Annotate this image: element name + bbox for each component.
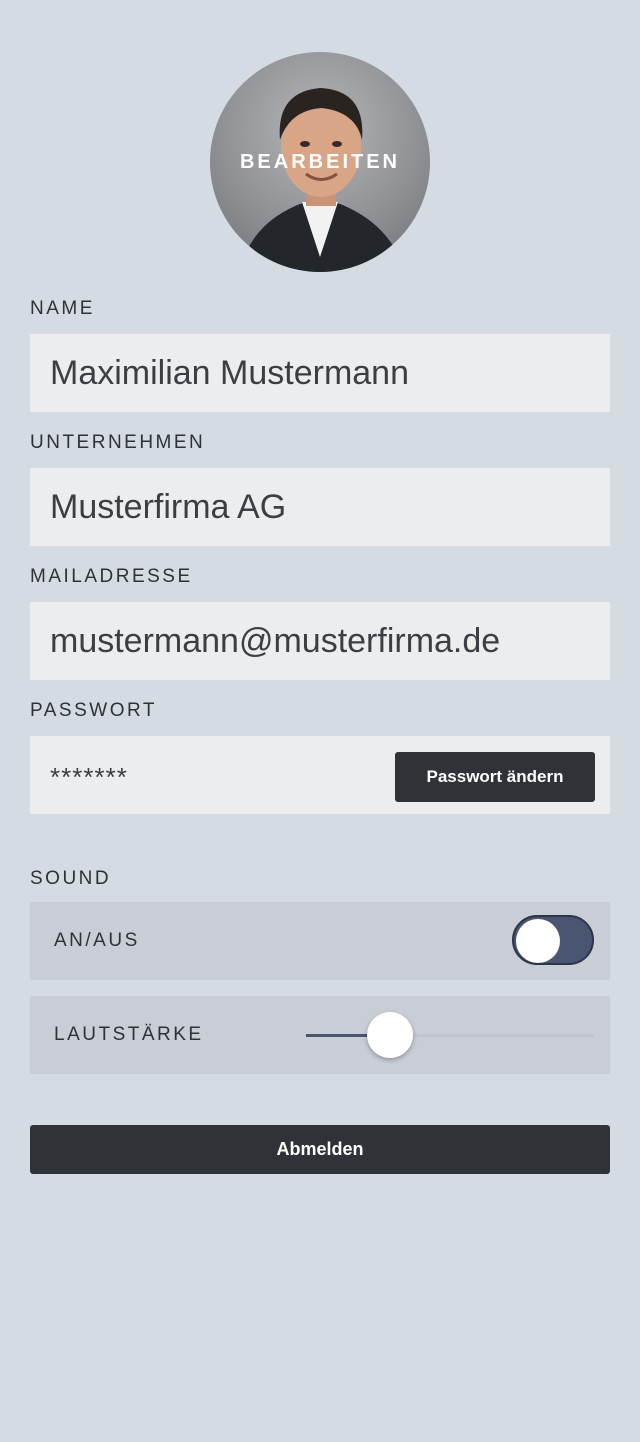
toggle-knob xyxy=(516,919,560,963)
logout-button[interactable]: Abmelden xyxy=(30,1125,610,1174)
sound-toggle-row: AN/AUS xyxy=(30,902,610,980)
name-field[interactable]: Maximilian Mustermann xyxy=(30,334,610,412)
volume-row: LAUTSTÄRKE xyxy=(30,996,610,1074)
edit-avatar-label[interactable]: BEARBEITEN xyxy=(210,151,430,174)
volume-slider-thumb[interactable] xyxy=(367,1012,413,1058)
company-label: UNTERNEHMEN xyxy=(30,432,206,453)
email-label: MAILADRESSE xyxy=(30,566,193,587)
email-field[interactable]: mustermann@musterfirma.de xyxy=(30,602,610,680)
volume-slider-track[interactable] xyxy=(306,1034,594,1037)
password-label: PASSWORT xyxy=(30,700,157,721)
password-masked-value: ******* xyxy=(50,762,128,792)
sound-section-label: SOUND xyxy=(30,868,112,889)
sound-toggle[interactable] xyxy=(512,915,594,965)
name-label: NAME xyxy=(30,298,95,319)
company-field[interactable]: Musterfirma AG xyxy=(30,468,610,546)
change-password-button[interactable]: Passwort ändern xyxy=(395,752,595,802)
profile-avatar[interactable]: BEARBEITEN xyxy=(210,52,430,272)
volume-label: LAUTSTÄRKE xyxy=(54,1024,204,1045)
sound-toggle-label: AN/AUS xyxy=(54,930,140,951)
